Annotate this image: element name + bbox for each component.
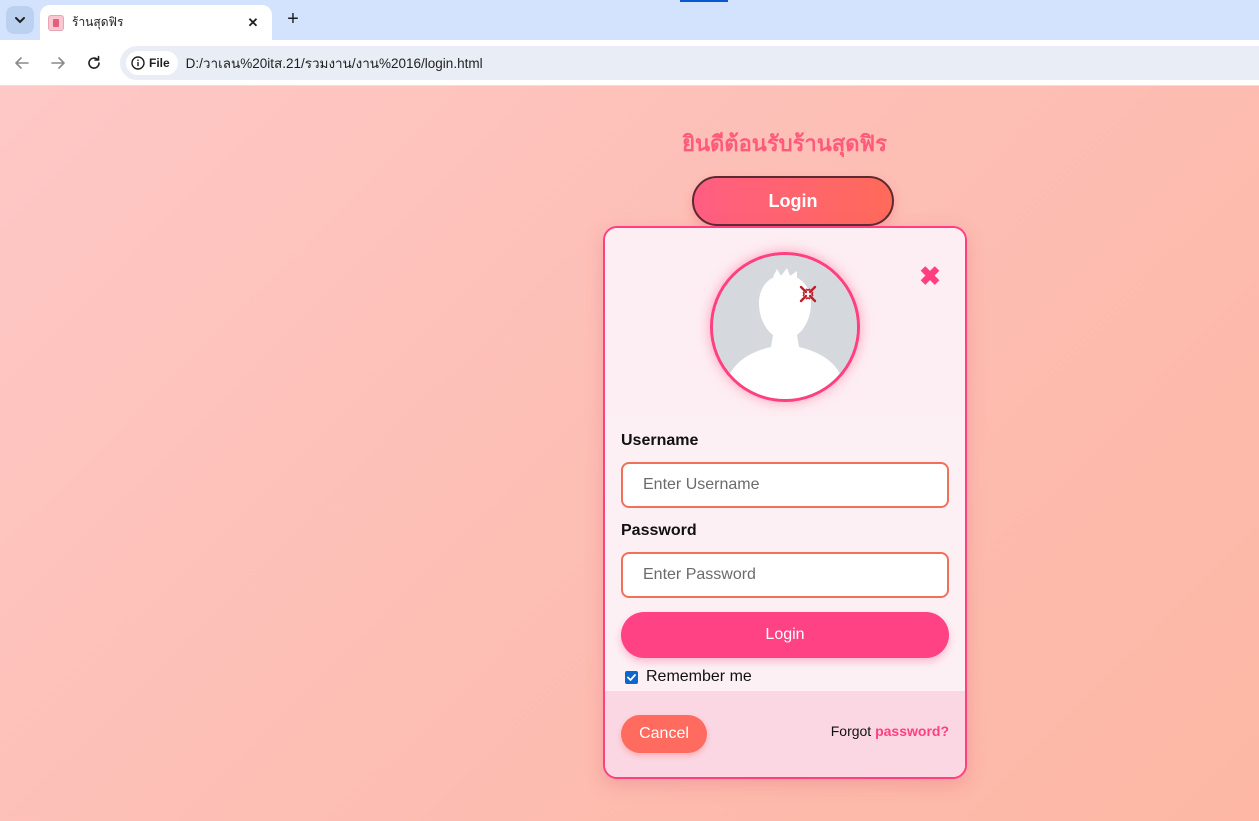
forgot-password-text: Forgot password? bbox=[831, 723, 949, 739]
url-text[interactable]: D:/วาเลน%20itส.21/รวมงาน/งาน%2016/login.… bbox=[186, 52, 483, 74]
login-modal: ✖ Username Password Login Remember me bbox=[603, 226, 967, 779]
user-silhouette-icon bbox=[713, 255, 857, 399]
remember-me-checkbox[interactable] bbox=[625, 670, 638, 684]
back-button[interactable] bbox=[10, 51, 34, 75]
arrow-left-icon bbox=[15, 57, 29, 69]
cancel-button[interactable]: Cancel bbox=[621, 715, 707, 753]
anger-mark-icon bbox=[799, 285, 817, 303]
reload-icon bbox=[88, 55, 100, 69]
close-button[interactable]: ✖ bbox=[918, 263, 942, 289]
browser-tabstrip: ร้านสุดฟิร ✕ + bbox=[0, 0, 1259, 40]
address-bar[interactable]: File D:/วาเลน%20itส.21/รวมงาน/งาน%2016/l… bbox=[120, 46, 1259, 80]
site-chip-label: File bbox=[149, 56, 170, 70]
forward-button[interactable] bbox=[46, 51, 70, 75]
chevron-down-icon bbox=[15, 17, 25, 24]
open-login-button[interactable]: Login bbox=[692, 176, 894, 226]
avatar bbox=[710, 252, 860, 402]
username-label: Username bbox=[621, 432, 699, 449]
login-form: Username Password Login Remember me bbox=[621, 432, 951, 686]
tab-title: ร้านสุดฟิร bbox=[72, 15, 124, 29]
page-title: ยินดีต้อนรับร้านสุดฟิร bbox=[682, 132, 887, 157]
login-submit-button[interactable]: Login bbox=[621, 612, 949, 658]
info-icon bbox=[131, 56, 145, 70]
reload-button[interactable] bbox=[82, 51, 106, 75]
favicon-icon bbox=[48, 14, 64, 31]
password-field[interactable] bbox=[621, 552, 949, 598]
username-field[interactable] bbox=[621, 462, 949, 508]
forgot-password-link[interactable]: password? bbox=[875, 723, 949, 739]
modal-header: ✖ bbox=[605, 228, 965, 416]
password-input[interactable] bbox=[643, 566, 933, 584]
site-info-chip[interactable]: File bbox=[126, 51, 178, 75]
browser-tab[interactable]: ร้านสุดฟิร ✕ bbox=[40, 5, 272, 40]
username-input[interactable] bbox=[643, 476, 933, 494]
browser-toolbar: File D:/วาเลน%20itส.21/รวมงาน/งาน%2016/l… bbox=[0, 40, 1259, 86]
checkmark-icon bbox=[627, 673, 636, 681]
modal-footer: Cancel Forgot password? bbox=[605, 691, 965, 777]
new-tab-button[interactable]: + bbox=[282, 8, 304, 30]
tab-indicator bbox=[680, 0, 728, 2]
remember-me-row[interactable]: Remember me bbox=[625, 668, 951, 686]
tab-close-button[interactable]: ✕ bbox=[244, 15, 262, 31]
remember-me-label: Remember me bbox=[646, 668, 752, 685]
forgot-prefix: Forgot bbox=[830, 723, 872, 739]
tab-search-button[interactable] bbox=[6, 6, 34, 34]
arrow-right-icon bbox=[51, 57, 65, 69]
page-background: ยินดีต้อนรับร้านสุดฟิร Login ✖ Username bbox=[0, 86, 1259, 821]
password-label: Password bbox=[621, 522, 697, 539]
